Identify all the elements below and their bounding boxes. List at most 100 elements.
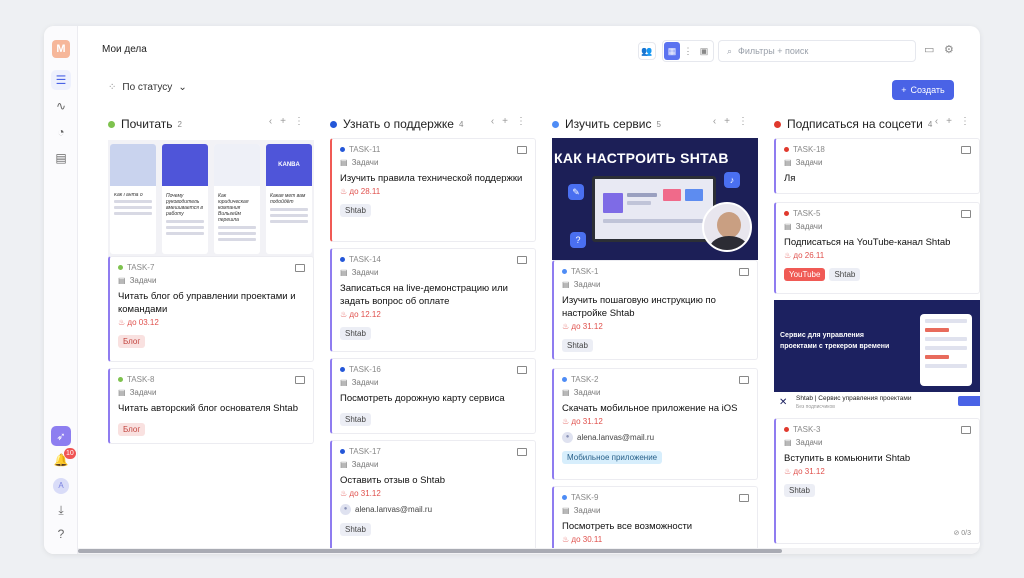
document-icon[interactable]: ▤	[51, 148, 71, 168]
card-cover-website[interactable]: Сервис для управления проектами с трекер…	[774, 300, 980, 414]
card-cover-video[interactable]: КАК НАСТРОИТЬ SHTAB ✎ ? ♪	[552, 138, 758, 260]
task-card[interactable]: TASK-5 ▤ Задачи Подписаться на YouTube-ка…	[774, 202, 980, 294]
project-name: Задачи	[573, 388, 601, 397]
presenter-photo	[702, 202, 752, 252]
project-name: Задачи	[795, 222, 823, 231]
column-count: 2	[177, 119, 182, 129]
archive-icon[interactable]: ▭	[924, 43, 934, 56]
column-explore: Изучить сервис 5 ‹+⋮ КАК НАСТРОИТЬ SHTAB…	[552, 110, 758, 548]
tag[interactable]: Мобильное приложение	[562, 451, 663, 464]
status-dot	[340, 367, 345, 372]
description-icon	[517, 146, 527, 154]
activity-icon[interactable]: ∿	[51, 96, 71, 116]
fire-icon: ♨	[118, 318, 128, 327]
page-title: Мои дела	[102, 44, 147, 55]
fire-icon: ♨	[340, 489, 350, 498]
tag[interactable]: Shtab	[829, 268, 861, 281]
tag[interactable]: Shtab	[562, 339, 593, 352]
due-date: до 26.11	[793, 251, 825, 260]
task-card[interactable]: TASK-17 ▤ Задачи Оставить отзыв о Shtab ♨…	[330, 440, 536, 548]
rocket-icon[interactable]: ➶	[51, 426, 71, 446]
tag[interactable]: Shtab	[340, 327, 371, 340]
user-avatar[interactable]: A	[53, 478, 69, 494]
create-button[interactable]: + Создать	[892, 80, 954, 100]
description-icon	[961, 426, 971, 434]
task-card[interactable]: TASK-14 ▤ Задачи Записаться на live-демон…	[330, 248, 536, 352]
task-card[interactable]: TASK-8 ▤ Задачи Читать авторский блог осн…	[108, 368, 314, 444]
laptop-image	[592, 176, 716, 242]
scrollbar-thumb[interactable]	[78, 549, 782, 553]
folder-icon: ▤	[118, 388, 126, 397]
tag[interactable]: Shtab	[340, 523, 371, 536]
tag[interactable]: Shtab	[340, 413, 371, 426]
assignee-avatar: ●	[340, 504, 351, 515]
folder-icon: ▤	[784, 222, 792, 231]
task-card[interactable]: TASK-18 ▤ Задачи Ля	[774, 138, 980, 194]
pie-chart-icon[interactable]: ◔	[51, 122, 71, 142]
notifications-badge: 10	[64, 448, 76, 459]
column-support: Узнать о поддержке 4 ‹+⋮ TASK-11 ▤ Задачи…	[330, 110, 536, 548]
tree-view-icon[interactable]: ⋮	[680, 42, 696, 60]
tag[interactable]: Shtab	[784, 484, 815, 497]
due-date: до 31.12	[349, 489, 381, 498]
workspace-logo[interactable]: M	[52, 40, 70, 58]
description-icon	[739, 494, 749, 502]
filter-search-input[interactable]: ⌕ Фильтры + поиск	[718, 40, 916, 62]
blog-preview-heading: Как юридическая компания Вильгейм перешл…	[218, 193, 249, 223]
status-dot	[340, 147, 345, 152]
subtasks-count: 0/3	[961, 530, 971, 537]
link-preview-title: Shtab | Сервис управления проектами	[796, 395, 912, 402]
task-title: Изучить пошаговую инструкцию по настройк…	[562, 295, 716, 319]
column-count: 4	[927, 119, 933, 129]
task-title: Читать блог об управлении проектами и ко…	[118, 291, 296, 315]
status-dot	[108, 120, 115, 128]
column-title: Изучить сервис	[565, 117, 652, 131]
assignee-email: alena.lanvas@mail.ru	[355, 505, 433, 514]
column-header: Почитать 2 ‹+⋮	[108, 116, 314, 132]
tag[interactable]: Блог	[118, 335, 146, 348]
column-controls[interactable]: ‹+⋮	[269, 116, 312, 127]
tag[interactable]: YouTube	[784, 268, 826, 281]
fire-icon: ♨	[340, 187, 350, 196]
column-controls[interactable]: ‹+⋮	[491, 116, 534, 127]
top-bar: Мои дела 👥 ▦ ⋮ ▣ ⌕ Фильтры + поиск ▭ ⚙	[78, 26, 980, 74]
tag[interactable]: Shtab	[340, 204, 371, 217]
task-card[interactable]: TASK-7 ▤ Задачи Читать блог об управлении…	[108, 256, 314, 362]
column-controls[interactable]: ‹+⋮	[935, 116, 978, 127]
download-icon[interactable]: ⤓	[51, 500, 71, 520]
gear-icon[interactable]: ⚙	[944, 43, 954, 56]
blog-preview-heading: Почему руководитель вмешивается в работу	[166, 193, 203, 217]
task-card[interactable]: TASK-3 ▤ Задачи Вступить в комьюнити Shta…	[774, 418, 980, 544]
subscribe-button[interactable]	[958, 396, 980, 406]
list-icon[interactable]: ☰	[51, 70, 71, 90]
project-name: Задачи	[351, 460, 379, 469]
project-name: Задачи	[795, 438, 823, 447]
task-card[interactable]: TASK-2 ▤ Задачи Скачать мобильное приложе…	[552, 368, 758, 480]
board-view-icon[interactable]: ▦	[664, 42, 680, 60]
horizontal-scrollbar[interactable]	[78, 548, 980, 554]
task-card[interactable]: TASK-9 ▤ Задачи Посмотреть все возможност…	[552, 486, 758, 548]
card-cover-blog[interactable]: Как Ганта о Почему руководитель вмешивае…	[108, 140, 314, 258]
folder-icon: ▤	[784, 158, 792, 167]
cover-headline: Сервис для управления проектами с трекер…	[780, 332, 890, 350]
task-card[interactable]: TASK-1 ▤ Задачи Изучить пошаговую инструк…	[552, 260, 758, 360]
task-id: TASK-14	[349, 255, 381, 264]
calendar-view-icon[interactable]: ▣	[696, 42, 712, 60]
clip-icon: ✎	[568, 184, 584, 200]
column-count: 4	[458, 119, 464, 129]
due-date: до 03.12	[127, 318, 159, 327]
task-id: TASK-18	[793, 145, 825, 154]
task-title: Ля	[784, 173, 796, 184]
folder-icon: ▤	[118, 276, 126, 285]
task-id: TASK-16	[349, 365, 381, 374]
group-by-dropdown[interactable]: ⁘ По статусу ⌄	[108, 82, 187, 93]
project-name: Задачи	[795, 158, 823, 167]
column-controls[interactable]: ‹+⋮	[713, 116, 756, 127]
task-id: TASK-3	[793, 425, 821, 434]
members-icon[interactable]: 👥	[638, 42, 656, 60]
task-card[interactable]: TASK-11 ▤ Задачи Изучить правила техничес…	[330, 138, 536, 242]
tag[interactable]: Блог	[118, 423, 146, 436]
task-card[interactable]: TASK-16 ▤ Задачи Посмотреть дорожную карт…	[330, 358, 536, 434]
fire-icon: ♨	[562, 535, 572, 544]
help-icon[interactable]: ?	[51, 524, 71, 544]
